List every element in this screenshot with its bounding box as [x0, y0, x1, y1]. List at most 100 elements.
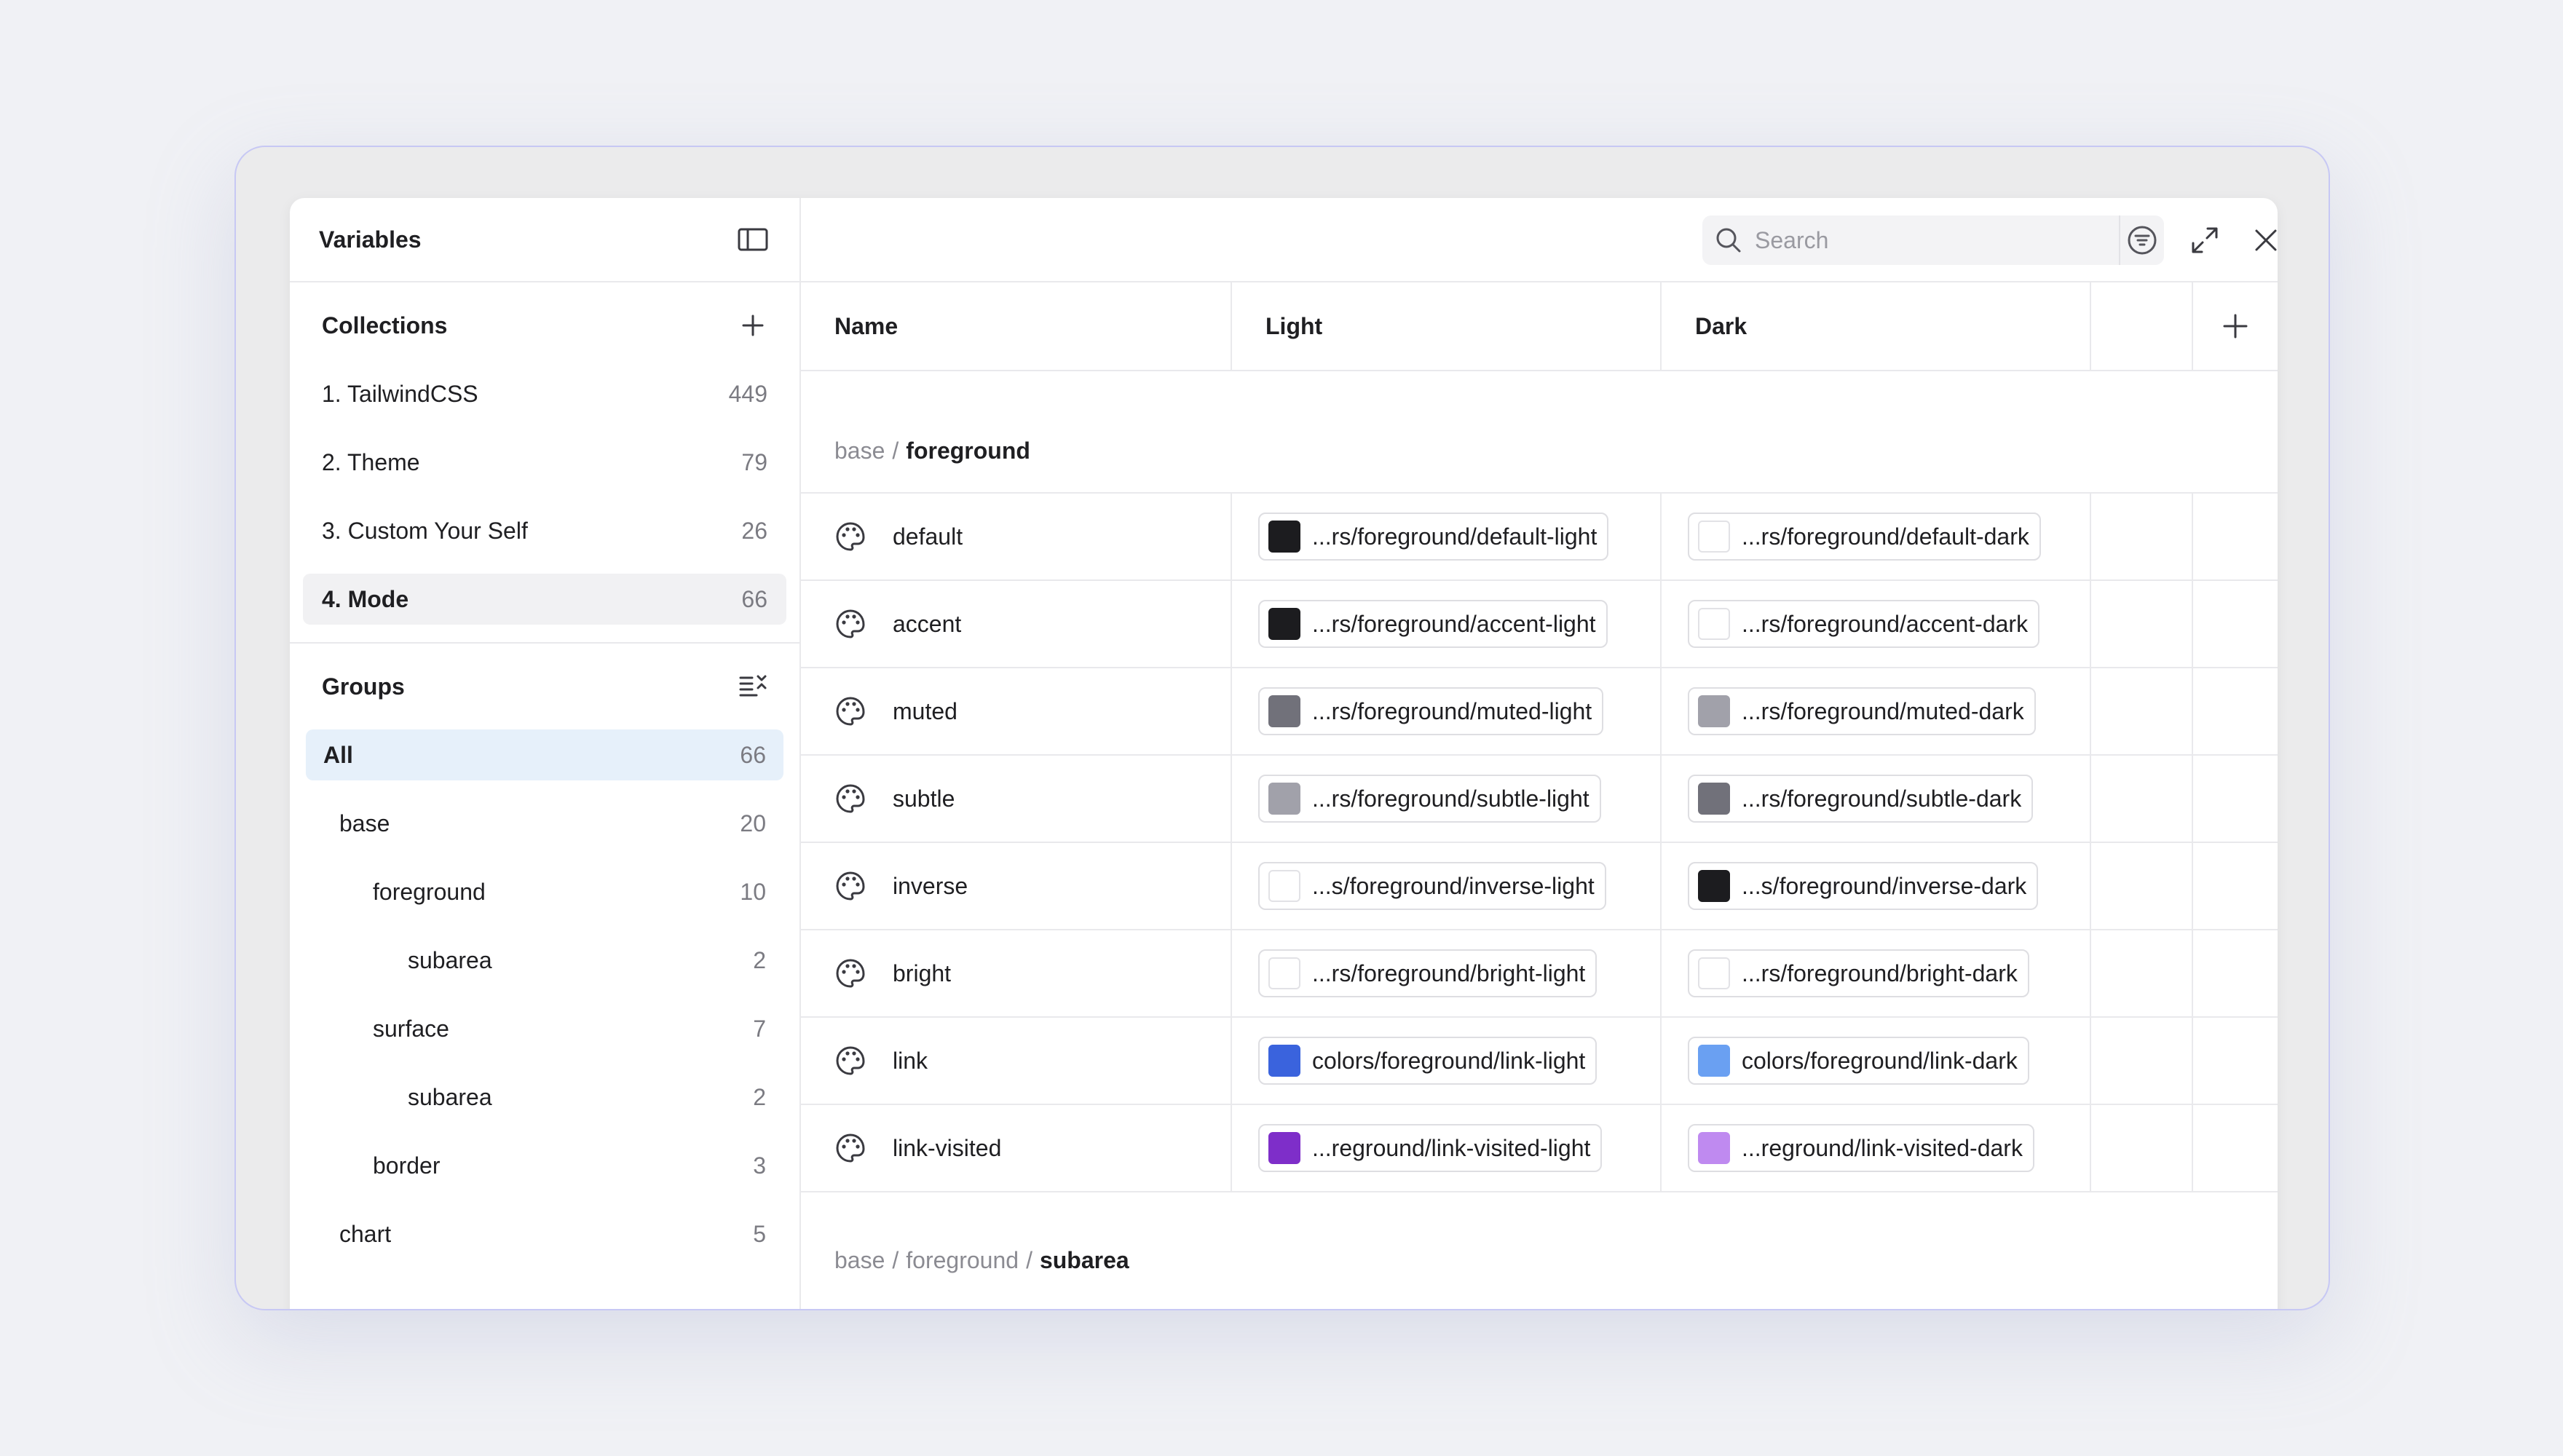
light-value-cell[interactable]: ...rs/foreground/default-light — [1232, 494, 1662, 579]
variable-name-cell[interactable]: link — [801, 1018, 1232, 1104]
group-item-subarea[interactable]: subarea 2 — [306, 1072, 783, 1123]
alias-chip[interactable]: ...rs/foreground/accent-light — [1258, 600, 1608, 648]
light-value-cell[interactable]: ...rs/foreground/bright-light — [1232, 930, 1662, 1016]
table-header: Name Light Dark — [801, 282, 2278, 371]
variable-name-cell[interactable]: accent — [801, 581, 1232, 667]
group-item-chart[interactable]: chart 5 — [306, 1208, 783, 1259]
groups-header: Groups — [290, 644, 799, 729]
collection-label: 4. Mode — [322, 585, 409, 612]
collection-item[interactable]: 2. Theme 79 — [303, 437, 786, 488]
empty-cell — [2193, 668, 2278, 754]
alias-chip[interactable]: ...rs/foreground/default-dark — [1688, 513, 2041, 561]
dark-value-cell[interactable]: ...rs/foreground/bright-dark — [1662, 930, 2091, 1016]
group-item-subarea[interactable]: subarea 2 — [306, 935, 783, 986]
alias-label: ...reground/link-visited-dark — [1742, 1134, 2023, 1161]
column-header-light[interactable]: Light — [1232, 282, 1662, 370]
collection-item[interactable]: 3. Custom Your Self 26 — [303, 505, 786, 556]
color-swatch — [1698, 695, 1730, 727]
alias-chip[interactable]: colors/foreground/link-light — [1258, 1037, 1598, 1085]
collections-title: Collections — [322, 312, 448, 339]
table-row[interactable]: link-visited ...reground/link-visited-lig… — [801, 1105, 2278, 1192]
empty-cell — [2091, 930, 2193, 1016]
group-item-border[interactable]: border 3 — [306, 1140, 783, 1191]
table-row[interactable]: bright ...rs/foreground/bright-light ...rs… — [801, 930, 2278, 1018]
groups-title: Groups — [322, 673, 405, 700]
dark-value-cell[interactable]: ...reground/link-visited-dark — [1662, 1105, 2091, 1191]
empty-cell — [2193, 494, 2278, 579]
filter-icon[interactable] — [2119, 215, 2164, 265]
alias-label: ...rs/foreground/subtle-dark — [1742, 785, 2022, 812]
collection-item-active[interactable]: 4. Mode 66 — [303, 574, 786, 625]
alias-chip[interactable]: ...rs/foreground/muted-light — [1258, 687, 1604, 735]
panel-title: Variables — [319, 226, 422, 253]
alias-chip[interactable]: ...rs/foreground/bright-light — [1258, 949, 1598, 997]
variable-rows: default ...rs/foreground/default-light...… — [801, 494, 2278, 1192]
alias-chip[interactable]: colors/foreground/link-dark — [1688, 1037, 2029, 1085]
alias-chip[interactable]: ...s/foreground/inverse-dark — [1688, 862, 2039, 910]
alias-chip[interactable]: ...reground/link-visited-light — [1258, 1124, 1603, 1172]
dark-value-cell[interactable]: ...rs/foreground/accent-dark — [1662, 581, 2091, 667]
alias-chip[interactable]: ...rs/foreground/subtle-dark — [1688, 775, 2034, 823]
light-value-cell[interactable]: ...reground/link-visited-light — [1232, 1105, 1662, 1191]
dark-value-cell[interactable]: colors/foreground/link-dark — [1662, 1018, 2091, 1104]
empty-cell — [2091, 1105, 2193, 1191]
palette-icon — [834, 521, 866, 553]
light-value-cell[interactable]: ...rs/foreground/accent-light — [1232, 581, 1662, 667]
palette-icon — [834, 1045, 866, 1077]
group-item-base[interactable]: base 20 — [306, 798, 783, 849]
path-segment: base — [834, 438, 885, 464]
column-header-dark[interactable]: Dark — [1662, 282, 2091, 370]
alias-chip[interactable]: ...rs/foreground/default-light — [1258, 513, 1609, 561]
expand-icon[interactable] — [2184, 220, 2225, 261]
group-item-surface[interactable]: surface 7 — [306, 1003, 783, 1054]
group-item-foreground[interactable]: foreground 10 — [306, 866, 783, 917]
group-item-all[interactable]: All 66 — [306, 729, 783, 780]
column-header-name[interactable]: Name — [801, 282, 1232, 370]
table-row[interactable]: subtle ...rs/foreground/subtle-light ...rs… — [801, 756, 2278, 843]
path-segment: base — [834, 1247, 885, 1273]
table-row[interactable]: muted ...rs/foreground/muted-light ...rs/f… — [801, 668, 2278, 756]
light-value-cell[interactable]: ...rs/foreground/muted-light — [1232, 668, 1662, 754]
color-swatch — [1698, 608, 1730, 640]
alias-chip[interactable]: ...rs/foreground/muted-dark — [1688, 687, 2036, 735]
table-row[interactable]: default ...rs/foreground/default-light...… — [801, 494, 2278, 581]
search-input[interactable] — [1755, 226, 2068, 254]
alias-chip[interactable]: ...rs/foreground/bright-dark — [1688, 949, 2029, 997]
group-label: chart — [339, 1220, 392, 1247]
alias-chip[interactable]: ...reground/link-visited-dark — [1688, 1124, 2034, 1172]
dark-value-cell[interactable]: ...s/foreground/inverse-dark — [1662, 843, 2091, 929]
empty-cell — [2091, 843, 2193, 929]
add-mode-button[interactable] — [2193, 282, 2278, 370]
collection-item[interactable]: 1. TailwindCSS 449 — [303, 368, 786, 419]
table-row[interactable]: inverse ...s/foreground/inverse-light ...s… — [801, 843, 2278, 930]
alias-label: colors/foreground/link-light — [1312, 1047, 1586, 1074]
alias-label: ...rs/foreground/accent-light — [1312, 610, 1596, 637]
alias-label: ...rs/foreground/muted-light — [1312, 697, 1592, 724]
close-icon[interactable] — [2246, 220, 2278, 261]
variable-name-cell[interactable]: link-visited — [801, 1105, 1232, 1191]
variable-name-cell[interactable]: bright — [801, 930, 1232, 1016]
dark-value-cell[interactable]: ...rs/foreground/default-dark — [1662, 494, 2091, 579]
light-value-cell[interactable]: ...rs/foreground/subtle-light — [1232, 756, 1662, 842]
color-swatch — [1268, 695, 1300, 727]
variable-name-cell[interactable]: inverse — [801, 843, 1232, 929]
alias-chip[interactable]: ...rs/foreground/accent-dark — [1688, 600, 2040, 648]
dark-value-cell[interactable]: ...rs/foreground/muted-dark — [1662, 668, 2091, 754]
table-row[interactable]: link colors/foreground/link-light colors/f… — [801, 1018, 2278, 1105]
alias-chip[interactable]: ...rs/foreground/subtle-light — [1258, 775, 1601, 823]
variable-name-cell[interactable]: muted — [801, 668, 1232, 754]
variable-name: inverse — [893, 872, 968, 899]
light-value-cell[interactable]: ...s/foreground/inverse-light — [1232, 843, 1662, 929]
search-box — [1702, 215, 2164, 265]
collapse-groups-icon[interactable] — [732, 666, 773, 707]
sidebar-toggle-icon[interactable] — [732, 219, 773, 260]
dark-value-cell[interactable]: ...rs/foreground/subtle-dark — [1662, 756, 2091, 842]
table-row[interactable]: accent ...rs/foreground/accent-light ...rs… — [801, 581, 2278, 668]
color-swatch — [1268, 608, 1300, 640]
add-collection-icon[interactable] — [732, 305, 773, 346]
variable-name-cell[interactable]: subtle — [801, 756, 1232, 842]
alias-chip[interactable]: ...s/foreground/inverse-light — [1258, 862, 1606, 910]
plus-icon — [2223, 314, 2248, 339]
light-value-cell[interactable]: colors/foreground/link-light — [1232, 1018, 1662, 1104]
variable-name-cell[interactable]: default — [801, 494, 1232, 579]
